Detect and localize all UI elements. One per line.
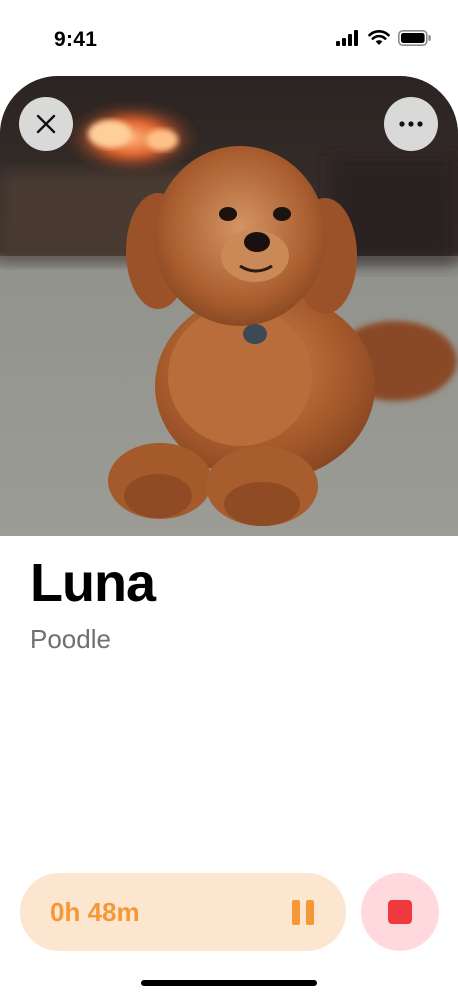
pet-detail-screen: 9:41 Luna Poodle 0h 48m <box>0 0 458 996</box>
dog-photo <box>0 76 458 536</box>
cellular-signal-icon <box>336 30 358 46</box>
close-icon <box>36 114 56 134</box>
status-bar: 9:41 <box>0 0 458 80</box>
elapsed-time: 0h 48m <box>50 897 140 927</box>
pause-icon <box>292 900 314 925</box>
stop-icon <box>388 900 412 924</box>
more-options-button[interactable] <box>384 97 438 151</box>
pet-photo-card <box>0 76 458 536</box>
more-options-icon <box>399 121 423 127</box>
status-icons <box>336 30 432 46</box>
stop-button[interactable] <box>361 873 439 951</box>
session-timer-pause-button[interactable]: 0h 48m <box>20 873 346 951</box>
home-indicator <box>141 980 317 986</box>
wifi-icon <box>368 30 390 45</box>
status-time: 9:41 <box>54 28 98 51</box>
battery-icon <box>398 30 431 46</box>
pet-breed: Poodle <box>30 624 111 654</box>
pet-name: Luna <box>30 553 156 613</box>
close-button[interactable] <box>19 97 73 151</box>
